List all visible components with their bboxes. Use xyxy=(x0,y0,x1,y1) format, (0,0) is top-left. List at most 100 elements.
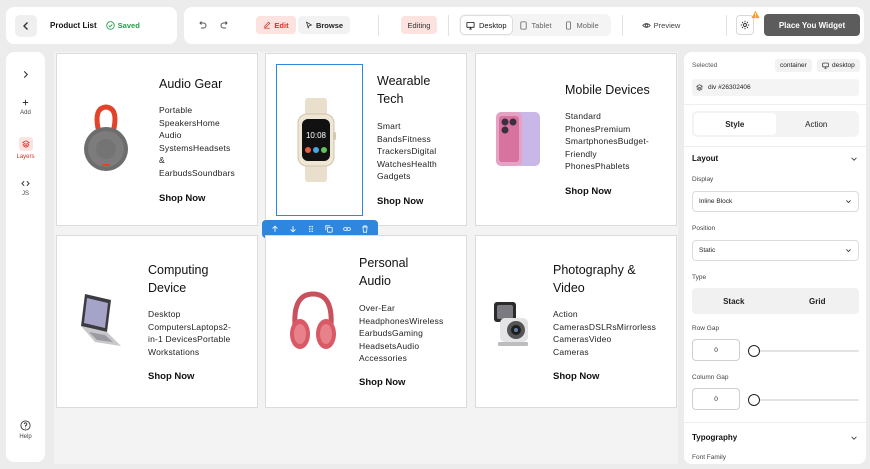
browse-mode-button[interactable]: Browse xyxy=(298,16,350,34)
title-bar: Product List Saved xyxy=(6,7,177,44)
speaker-icon xyxy=(84,104,128,171)
desktop-icon xyxy=(822,62,829,69)
type-stack-option[interactable]: Stack xyxy=(692,297,776,306)
pencil-icon xyxy=(264,21,271,29)
warning-icon xyxy=(751,10,760,19)
redo-button[interactable] xyxy=(217,17,233,33)
laptop-icon xyxy=(81,294,121,346)
card-title: Photography & Video xyxy=(553,263,636,295)
toolbar-divider xyxy=(378,15,379,36)
rail-js-label: JS xyxy=(21,191,29,197)
type-label: Type xyxy=(692,274,707,281)
drag-handle-icon[interactable] xyxy=(307,225,315,233)
headphones-icon xyxy=(290,291,336,349)
column-gap-slider[interactable] xyxy=(754,399,859,401)
column-gap-input[interactable]: 0 xyxy=(692,388,740,410)
chevron-down-icon[interactable] xyxy=(850,434,858,442)
chevron-right-icon xyxy=(23,70,29,79)
card-description: Standard PhonesPremium SmartphonesBudget- F… xyxy=(565,111,649,171)
duplicate-icon[interactable] xyxy=(325,225,333,233)
card-title: Personal Audio xyxy=(359,256,409,288)
shop-now-link[interactable]: Shop Now xyxy=(565,186,611,197)
card-description: Action CamerasDSLRsMirrorless CamerasVideo… xyxy=(553,309,657,357)
device-desktop-button[interactable]: Desktop xyxy=(461,16,512,34)
column-gap-slider-knob[interactable] xyxy=(748,394,760,406)
edit-mode-button[interactable]: Edit xyxy=(256,16,296,34)
link-icon[interactable] xyxy=(343,225,351,233)
category-card[interactable]: Audio Gear Portable SpeakersHome Audio Syst… xyxy=(56,53,258,226)
font-family-label: Font Family xyxy=(692,454,726,461)
panel-divider xyxy=(684,146,866,147)
category-card[interactable]: Mobile Devices Standard PhonesPremium Smar… xyxy=(475,53,677,226)
device-chip-label: desktop xyxy=(832,62,855,69)
tab-action[interactable]: Action xyxy=(776,113,858,135)
tab-style[interactable]: Style xyxy=(694,113,776,135)
editing-badge: Editing xyxy=(401,16,437,34)
chevron-down-icon[interactable] xyxy=(850,155,858,163)
mobile-icon xyxy=(565,20,571,30)
smartphone-icon xyxy=(496,112,540,166)
left-rail: Add Layers JS Help xyxy=(6,52,45,462)
typography-section-title: Typography xyxy=(692,433,738,442)
category-card[interactable]: Computing Device Desktop ComputersLaptops2… xyxy=(56,235,258,408)
chevron-down-icon xyxy=(846,200,851,204)
move-up-icon[interactable] xyxy=(271,225,279,233)
preview-label: Preview xyxy=(653,20,681,30)
gear-icon xyxy=(740,20,750,30)
expand-rail-button[interactable] xyxy=(6,70,45,82)
rail-help-button[interactable]: Help xyxy=(6,420,45,440)
panel-divider xyxy=(684,422,866,423)
shop-now-link[interactable]: Shop Now xyxy=(377,196,423,207)
selected-label: Selected xyxy=(692,62,718,69)
toolbar-divider xyxy=(622,15,623,36)
display-select[interactable]: Inline Block xyxy=(692,191,859,212)
layers-icon xyxy=(696,84,703,91)
card-title: Audio Gear xyxy=(159,77,223,91)
position-select[interactable]: Static xyxy=(692,240,859,261)
shop-now-link[interactable]: Shop Now xyxy=(359,377,405,388)
shop-now-link[interactable]: Shop Now xyxy=(148,371,194,382)
saved-status: Saved xyxy=(105,21,140,30)
element-id[interactable]: div #26302406 xyxy=(692,79,859,96)
container-chip[interactable]: container xyxy=(775,59,812,72)
editor-toolbar: Edit Browse Editing Desktop Tablet Mobil… xyxy=(184,7,864,44)
row-gap-slider-knob[interactable] xyxy=(748,345,760,357)
type-segmented-control: Stack Grid xyxy=(692,288,859,314)
place-widget-button[interactable]: Place You Widget xyxy=(764,14,860,36)
device-desktop-label: Desktop xyxy=(479,20,507,30)
rail-js-button[interactable]: JS xyxy=(6,179,45,197)
row-gap-input[interactable]: 0 xyxy=(692,339,740,361)
row-gap-slider[interactable] xyxy=(754,350,859,352)
rail-layers-label: Layers xyxy=(16,154,35,160)
device-mobile-button[interactable]: Mobile xyxy=(559,16,604,34)
panel-tabs: Style Action xyxy=(692,111,859,137)
rail-add-button[interactable]: Add xyxy=(6,98,45,116)
shop-now-link[interactable]: Shop Now xyxy=(159,193,205,204)
position-value: Static xyxy=(699,247,716,254)
device-mobile-label: Mobile xyxy=(576,20,599,30)
back-button[interactable] xyxy=(15,14,37,37)
card-description: Smart BandsFitness TrackersDigital WatchesH… xyxy=(377,121,437,181)
panel-divider xyxy=(684,104,866,105)
card-description: Portable SpeakersHome Audio SystemsHeadsets… xyxy=(159,105,235,178)
card-title: Mobile Devices xyxy=(565,83,650,97)
edit-label: Edit xyxy=(274,20,289,30)
trash-icon[interactable] xyxy=(361,225,369,233)
code-icon xyxy=(21,180,30,187)
cursor-icon xyxy=(305,21,313,29)
rail-layers-button[interactable]: Layers xyxy=(6,137,45,160)
device-tablet-button[interactable]: Tablet xyxy=(514,16,557,34)
type-grid-option[interactable]: Grid xyxy=(776,297,860,306)
device-chip[interactable]: desktop xyxy=(817,59,860,72)
undo-button[interactable] xyxy=(194,17,210,33)
shop-now-link[interactable]: Shop Now xyxy=(553,371,599,382)
category-card[interactable]: Personal Audio Over-Ear HeadphonesWireless… xyxy=(265,235,467,408)
move-down-icon[interactable] xyxy=(289,225,297,233)
category-card[interactable]: Photography & Video Action CamerasDSLRsMir… xyxy=(475,235,677,408)
preview-button[interactable]: Preview xyxy=(639,16,683,34)
toolbar-divider xyxy=(726,15,727,36)
undo-icon xyxy=(199,21,207,29)
layout-section-title: Layout xyxy=(692,154,719,163)
page-title: Product List xyxy=(50,21,97,30)
toolbar-divider xyxy=(448,15,449,36)
